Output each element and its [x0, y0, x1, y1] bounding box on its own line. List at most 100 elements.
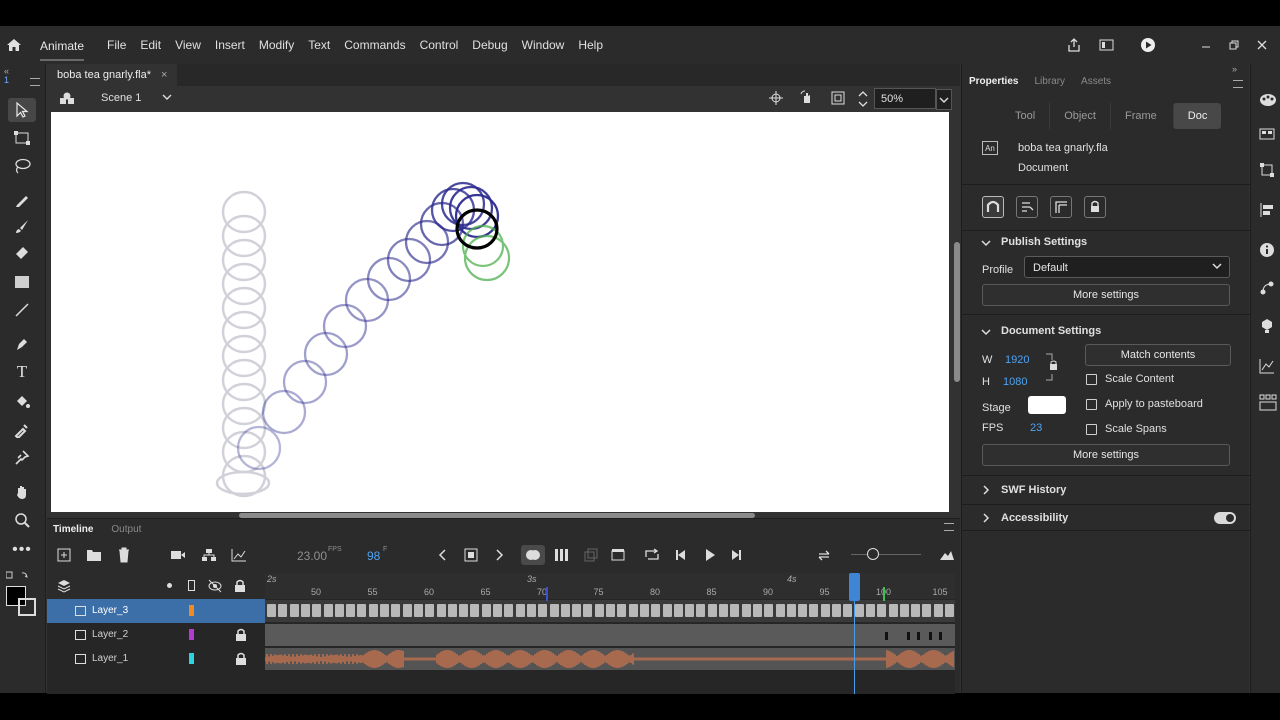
layer-name[interactable]: Layer_1 [92, 653, 128, 664]
zoom-dropdown-icon[interactable] [936, 89, 952, 110]
close-icon[interactable] [1248, 39, 1276, 51]
lock-icon[interactable] [235, 652, 247, 668]
keyframe-cell[interactable] [719, 604, 728, 617]
lock-icon[interactable] [235, 628, 247, 644]
rotate-stage-icon[interactable] [799, 90, 815, 109]
keyframe-cell[interactable] [459, 604, 469, 617]
panel-menu-icon[interactable] [1233, 80, 1243, 88]
keyframe-cell[interactable] [651, 604, 661, 617]
pencil-icon[interactable] [8, 188, 36, 212]
keyframe-cell[interactable] [323, 604, 333, 617]
keyframe-dot[interactable] [917, 632, 920, 640]
keyframe-cell[interactable] [289, 604, 299, 617]
tab-library[interactable]: Library [1034, 76, 1065, 87]
accessibility-toggle[interactable] [1214, 512, 1236, 524]
keyframe-cell[interactable] [786, 604, 796, 617]
keyframe-cell[interactable] [402, 604, 412, 617]
keyframe-cell[interactable] [515, 604, 525, 617]
keyframe-cell[interactable] [899, 604, 909, 617]
accessibility-chevron[interactable] [980, 512, 992, 527]
keyframe-cell[interactable] [888, 604, 898, 617]
prev-keyframe-icon[interactable] [437, 548, 447, 565]
step-forward-icon[interactable] [729, 548, 743, 565]
menu-control[interactable]: Control [413, 38, 466, 52]
show-all-icon[interactable] [167, 583, 172, 588]
tab-output[interactable]: Output [111, 524, 141, 535]
keyframe-cell[interactable] [843, 604, 853, 617]
menu-debug[interactable]: Debug [465, 38, 514, 52]
tab-close-icon[interactable]: × [161, 69, 167, 81]
graph-icon[interactable] [231, 548, 247, 565]
keyframe-cell[interactable] [425, 604, 435, 617]
next-keyframe-icon[interactable] [495, 548, 505, 565]
keyframe-cell[interactable] [278, 604, 288, 617]
keyframe-dot[interactable] [907, 632, 910, 640]
keyframe-cell[interactable] [606, 604, 615, 617]
keyframe-cell[interactable] [334, 604, 344, 617]
paint-bucket-icon[interactable] [8, 390, 36, 414]
components-icon[interactable] [1259, 318, 1275, 334]
profile-select[interactable]: Default [1024, 256, 1230, 278]
frame-span-icon[interactable] [611, 548, 625, 565]
pin-icon[interactable] [8, 445, 36, 469]
app-name[interactable]: Animate [40, 29, 85, 61]
stage-vertical-scrollbar[interactable] [954, 242, 960, 382]
keyframe-cell[interactable] [945, 604, 954, 617]
link-dimensions-icon[interactable] [1044, 352, 1060, 385]
stage-canvas[interactable] [51, 112, 949, 512]
keyframe-cell[interactable] [380, 604, 389, 617]
size-mountain-icon[interactable] [939, 549, 955, 564]
frame-size-slider[interactable] [851, 554, 921, 555]
layer-row[interactable]: Layer_2 [47, 623, 265, 647]
transform-icon[interactable] [1259, 162, 1275, 178]
eraser-icon[interactable] [8, 241, 36, 265]
keyframe-cell[interactable] [526, 604, 536, 617]
keyframe-cell[interactable] [368, 604, 378, 617]
step-back-icon[interactable] [674, 548, 688, 565]
scale-spans-checkbox[interactable] [1086, 424, 1097, 435]
snap-guides-icon[interactable] [1050, 196, 1072, 218]
publish-settings-chevron[interactable] [980, 237, 992, 252]
keyframe-cell[interactable] [685, 604, 695, 617]
menu-help[interactable]: Help [571, 38, 610, 52]
keyframe-cell[interactable] [549, 604, 559, 617]
keyframe-dot[interactable] [929, 632, 932, 640]
center-stage-icon[interactable] [769, 91, 783, 108]
share-icon[interactable] [1060, 38, 1088, 52]
subtab-frame[interactable]: Frame [1109, 103, 1171, 129]
hide-all-icon[interactable] [207, 579, 223, 596]
width-value[interactable]: 1920 [1005, 354, 1029, 366]
keyframe-cell[interactable] [594, 604, 604, 617]
play-icon[interactable] [703, 548, 717, 565]
document-tab[interactable]: boba tea gnarly.fla* × [47, 64, 178, 86]
edit-multiple-icon[interactable] [584, 548, 598, 565]
keyframe-cell[interactable] [560, 604, 570, 617]
menu-edit[interactable]: Edit [133, 38, 168, 52]
subtab-tool[interactable]: Tool [1001, 103, 1049, 129]
new-layer-icon[interactable] [57, 548, 71, 565]
keyframe-cell[interactable] [730, 604, 740, 617]
test-movie-icon[interactable] [1134, 37, 1162, 53]
keyframe-cell[interactable] [933, 604, 943, 617]
brush-icon[interactable] [8, 214, 36, 238]
motion-editor-icon[interactable] [1259, 358, 1275, 374]
loop-icon[interactable] [644, 547, 660, 566]
keyframe-cell[interactable] [617, 604, 627, 617]
keyframe-cell[interactable] [662, 604, 672, 617]
tab-assets[interactable]: Assets [1081, 76, 1111, 87]
panel-menu-icon[interactable] [30, 78, 40, 86]
fps-input[interactable]: 23 [1030, 422, 1042, 434]
layer-row[interactable]: Layer_1 [47, 647, 265, 671]
keyframe-cell[interactable] [707, 604, 717, 617]
clip-content-icon[interactable] [831, 91, 845, 108]
document-settings-title[interactable]: Document Settings [1001, 325, 1101, 337]
menu-window[interactable]: Window [515, 38, 572, 52]
keyframe-cell[interactable] [583, 604, 593, 617]
delete-layer-icon[interactable] [117, 547, 131, 566]
keyframe-cell[interactable] [357, 604, 367, 617]
swatches-icon[interactable] [1259, 126, 1275, 142]
lock-guides-icon[interactable] [1084, 196, 1106, 218]
panel-menu-icon[interactable] [944, 523, 954, 531]
collapse-right-icon[interactable]: » [1232, 64, 1237, 74]
keyframe-cell[interactable] [300, 604, 310, 617]
